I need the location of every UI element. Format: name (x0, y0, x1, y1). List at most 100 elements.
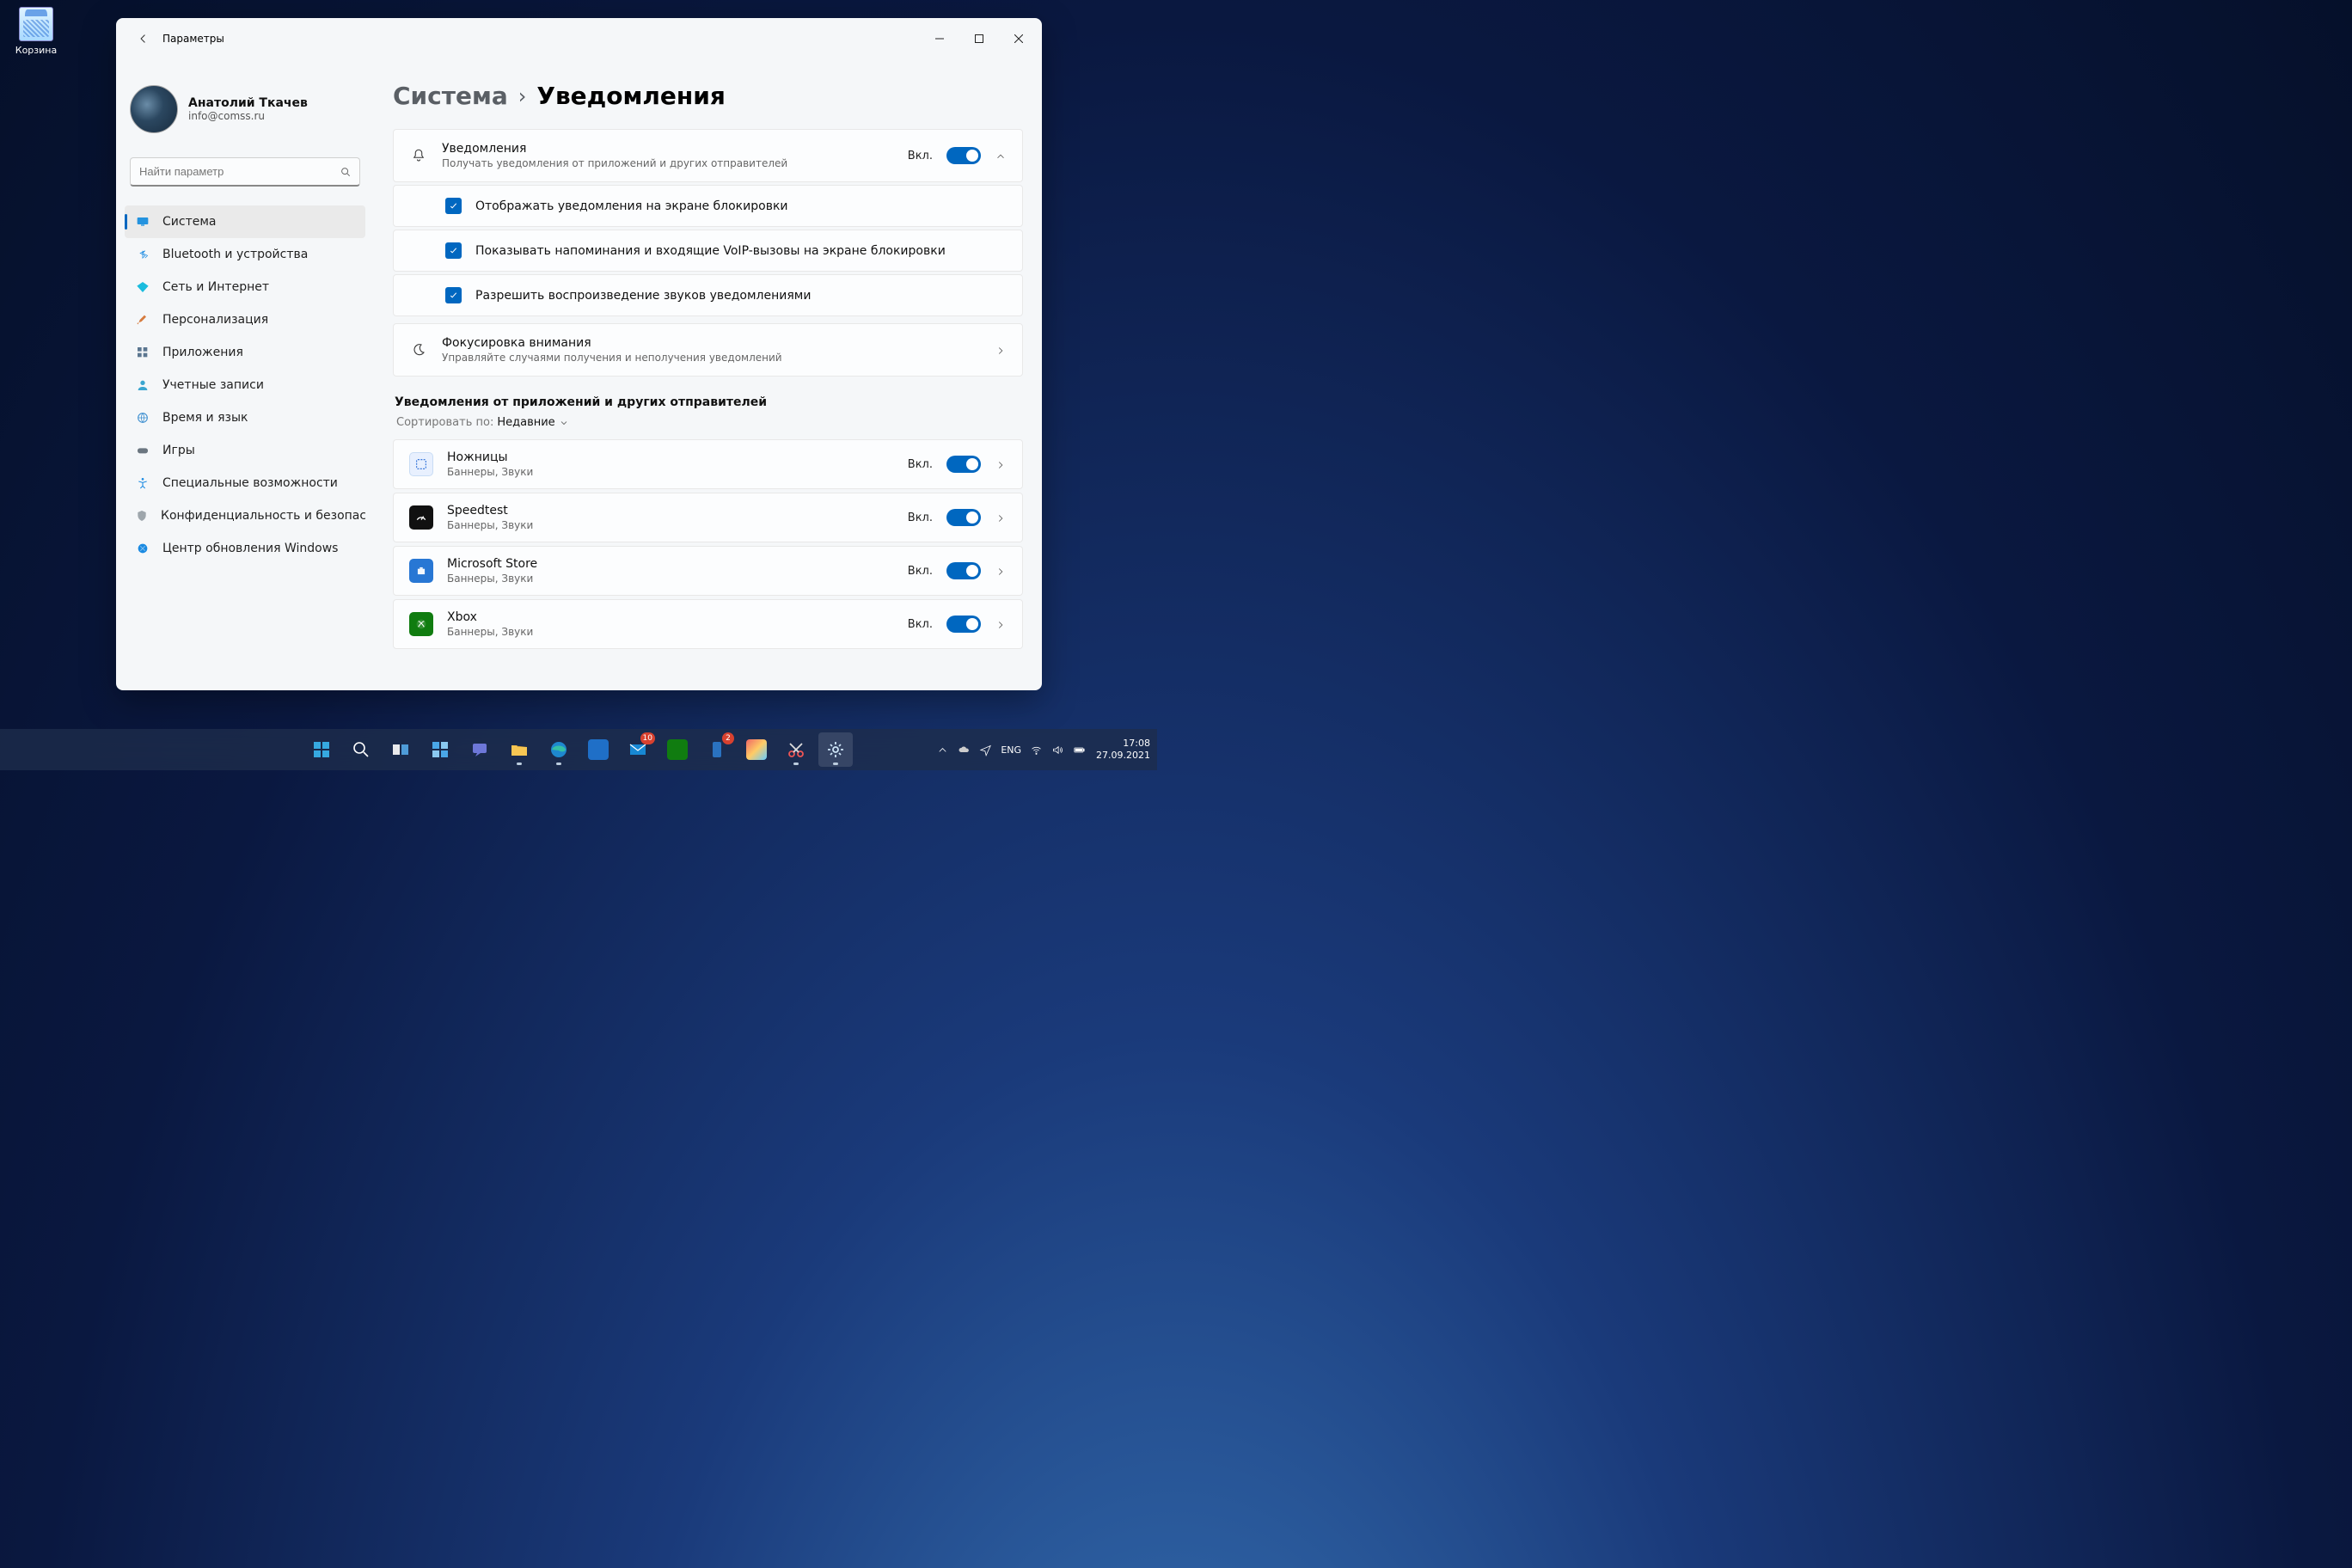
folder-icon (509, 739, 530, 760)
taskbar-snipping-tool[interactable] (779, 732, 813, 767)
taskbar-widgets[interactable] (423, 732, 457, 767)
photos-icon (746, 739, 767, 760)
focus-assist-row[interactable]: Фокусировка внимания Управляйте случаями… (393, 323, 1023, 377)
sidebar-item-accessibility[interactable]: Специальные возможности (125, 467, 365, 499)
notifications-master-row[interactable]: Уведомления Получать уведомления от прил… (393, 129, 1023, 182)
taskbar-xbox[interactable] (660, 732, 695, 767)
shield-icon (135, 508, 149, 524)
start-button[interactable] (304, 732, 339, 767)
chevron-right-icon: › (518, 84, 527, 108)
sidebar-item-personalization[interactable]: Персонализация (125, 303, 365, 336)
app-toggle[interactable] (946, 456, 981, 473)
check-sounds[interactable]: Разрешить воспроизведение звуков уведомл… (393, 274, 1023, 316)
search-icon (351, 739, 371, 760)
taskbar-edge[interactable] (542, 732, 576, 767)
update-icon (135, 541, 150, 556)
nav-label: Bluetooth и устройства (162, 248, 308, 261)
bluetooth-icon (135, 247, 150, 262)
system-tray: ENG 17:08 27.09.2021 (936, 738, 1150, 762)
taskbar-clock[interactable]: 17:08 27.09.2021 (1096, 738, 1150, 762)
back-button[interactable] (128, 23, 159, 54)
checkbox-icon (445, 242, 462, 259)
chevron-up-icon[interactable] (936, 744, 949, 756)
app-sub: Баннеры, Звуки (447, 466, 894, 478)
notifications-toggle[interactable] (946, 147, 981, 164)
app-toggle[interactable] (946, 509, 981, 526)
taskbar-search[interactable] (344, 732, 378, 767)
taskbar-explorer[interactable] (502, 732, 536, 767)
maximize-button[interactable] (959, 25, 999, 52)
app-toggle[interactable] (946, 616, 981, 633)
main-content: Система › Уведомления Уведомления Получа… (374, 59, 1042, 690)
taskbar-chat[interactable] (462, 732, 497, 767)
store-icon (588, 739, 609, 760)
app-sub: Баннеры, Звуки (447, 519, 894, 531)
sidebar-item-apps[interactable]: Приложения (125, 336, 365, 369)
app-row-xbox[interactable]: Xbox Баннеры, Звуки Вкл. (393, 599, 1023, 649)
page-title: Уведомления (536, 82, 725, 110)
sort-dropdown[interactable]: Сортировать по: Недавние (396, 416, 1023, 429)
monitor-icon (135, 214, 150, 230)
toggle-state: Вкл. (908, 618, 933, 631)
volume-tray-icon[interactable] (1051, 744, 1064, 756)
taskbar-your-phone[interactable]: 2 (700, 732, 734, 767)
gamepad-icon (135, 443, 150, 458)
wifi-tray-icon[interactable] (1030, 744, 1043, 756)
sidebar-item-bluetooth[interactable]: Bluetooth и устройства (125, 238, 365, 271)
sort-value: Недавние (497, 416, 554, 429)
sidebar-item-gaming[interactable]: Игры (125, 434, 365, 467)
app-icon (409, 559, 433, 583)
sidebar-item-windows-update[interactable]: Центр обновления Windows (125, 532, 365, 565)
app-row-microsoft-store[interactable]: Microsoft Store Баннеры, Звуки Вкл. (393, 546, 1023, 596)
desktop-icon-label: Корзина (10, 45, 62, 56)
nav-label: Учетные записи (162, 378, 264, 392)
minimize-button[interactable] (920, 25, 959, 52)
chevron-right-icon (995, 565, 1007, 577)
chevron-right-icon (995, 511, 1007, 524)
toggle-state: Вкл. (908, 511, 933, 524)
profile-block[interactable]: Анатолий Ткачев info@comss.ru (125, 59, 365, 147)
taskbar-taskview[interactable] (383, 732, 418, 767)
app-name: Speedtest (447, 504, 894, 518)
sidebar-item-network[interactable]: Сеть и Интернет (125, 271, 365, 303)
close-button[interactable] (999, 25, 1038, 52)
check-reminders-voip[interactable]: Показывать напоминания и входящие VoIP-в… (393, 230, 1023, 272)
desktop-icon-recycle-bin[interactable]: Корзина (10, 7, 62, 56)
clock-date: 27.09.2021 (1096, 750, 1150, 762)
language-indicator[interactable]: ENG (1001, 744, 1021, 756)
app-row-speedtest[interactable]: Speedtest Баннеры, Звуки Вкл. (393, 493, 1023, 542)
chevron-right-icon (995, 458, 1007, 470)
xbox-icon (667, 739, 688, 760)
check-lockscreen-notifications[interactable]: Отображать уведомления на экране блокиро… (393, 185, 1023, 227)
apps-icon (135, 345, 150, 360)
chevron-up-icon[interactable] (995, 150, 1007, 162)
nav-label: Приложения (162, 346, 243, 359)
taskbar-photos[interactable] (739, 732, 774, 767)
sidebar-item-system[interactable]: Система (125, 205, 365, 238)
window-title: Параметры (162, 33, 224, 45)
nav-label: Центр обновления Windows (162, 542, 338, 555)
app-icon (409, 612, 433, 636)
person-icon (135, 377, 150, 393)
nav-label: Персонализация (162, 313, 268, 327)
app-row-snipping-tool[interactable]: Ножницы Баннеры, Звуки Вкл. (393, 439, 1023, 489)
profile-email: info@comss.ru (188, 110, 308, 122)
sidebar-item-privacy[interactable]: Конфиденциальность и безопасность (125, 499, 365, 532)
app-toggle[interactable] (946, 562, 981, 579)
breadcrumb-parent[interactable]: Система (393, 82, 508, 110)
onedrive-icon[interactable] (958, 744, 971, 756)
checkbox-label: Отображать уведомления на экране блокиро… (475, 199, 788, 213)
avatar (130, 85, 178, 133)
scissors-icon (786, 739, 806, 760)
gear-icon (825, 739, 846, 760)
search-input[interactable] (130, 157, 360, 187)
taskbar-mail[interactable]: 10 (621, 732, 655, 767)
taskbar-settings[interactable] (818, 732, 853, 767)
location-tray-icon[interactable] (979, 744, 992, 756)
checkbox-icon (445, 287, 462, 303)
battery-tray-icon[interactable] (1073, 744, 1086, 756)
sidebar-item-accounts[interactable]: Учетные записи (125, 369, 365, 401)
taskbar-store[interactable] (581, 732, 616, 767)
sidebar-item-time-language[interactable]: Время и язык (125, 401, 365, 434)
app-name: Ножницы (447, 450, 894, 464)
